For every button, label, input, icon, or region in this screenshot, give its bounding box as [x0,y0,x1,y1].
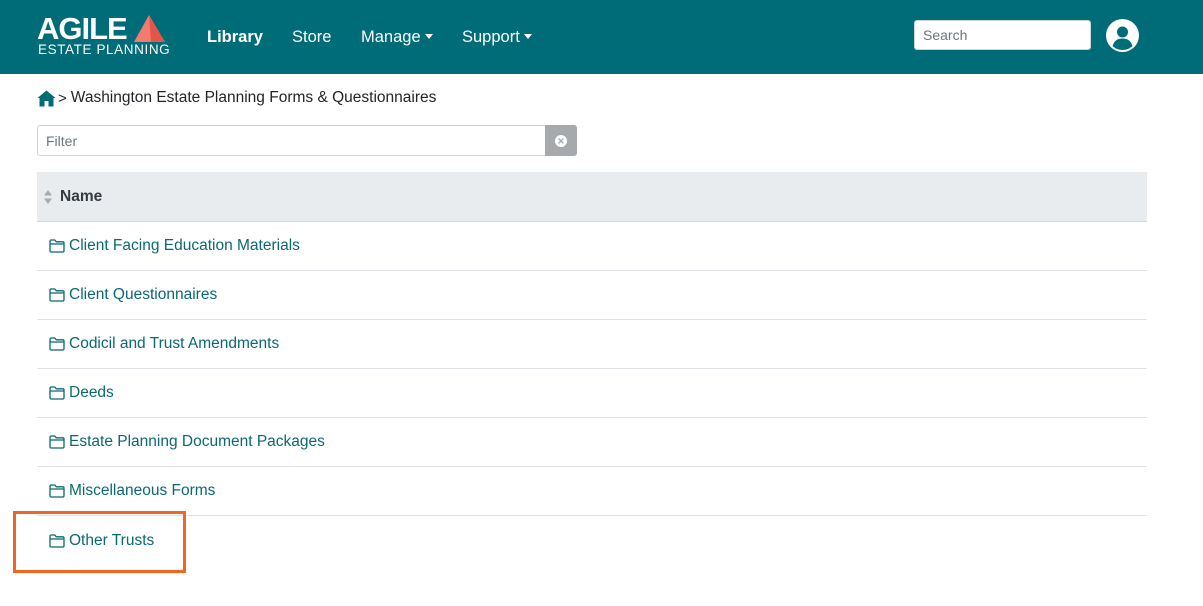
nav-support-label: Support [462,28,520,46]
search-input[interactable] [914,20,1091,50]
breadcrumb-separator: > [58,89,67,107]
folder-label: Client Questionnaires [69,286,218,303]
folder-label: Other Trusts [69,531,155,549]
chevron-down-icon [424,34,433,39]
table-row: Estate Planning Document Packages [37,418,1147,467]
folder-icon [49,337,65,351]
folder-icon [49,239,65,253]
folder-link[interactable]: Other Trusts [49,532,154,550]
nav-library[interactable]: Library [207,26,263,48]
folder-label: Estate Planning Document Packages [69,433,325,450]
nav-manage-label: Manage [361,28,421,46]
folder-label: Client Facing Education Materials [69,237,300,254]
folder-icon [49,386,65,400]
library-table: Name Client Facing Education Materials C… [37,172,1147,565]
folder-link[interactable]: Client Facing Education Materials [49,237,300,255]
logo-triangle-icon [134,15,165,42]
folder-label: Deeds [69,384,114,401]
nav-manage-dropdown[interactable]: Manage [361,26,433,48]
folder-icon [49,288,65,302]
folder-link[interactable]: Miscellaneous Forms [49,482,215,500]
clear-icon [555,134,567,147]
sort-icon [44,189,52,204]
filter-clear-button[interactable] [545,125,577,156]
folder-link[interactable]: Client Questionnaires [49,286,217,304]
nav-store[interactable]: Store [292,26,331,48]
folder-icon [49,484,65,498]
breadcrumb-current: Washington Estate Planning Forms & Quest… [70,89,437,106]
folder-link[interactable]: Deeds [49,384,114,402]
nav-support-dropdown[interactable]: Support [462,26,532,48]
home-icon[interactable] [37,90,56,107]
folder-label: Miscellaneous Forms [69,482,216,499]
user-circle-icon[interactable] [1106,19,1139,52]
filter-input[interactable] [37,125,546,156]
column-header-name[interactable]: Name [37,172,1147,222]
table-row: Deeds [37,369,1147,418]
brand-logo[interactable]: AGILE ESTATE PLANNING [37,11,171,59]
table-row: Miscellaneous Forms [37,467,1147,516]
folder-label: Codicil and Trust Amendments [69,335,280,352]
folder-link[interactable]: Estate Planning Document Packages [49,433,325,451]
table-row: Other Trusts [37,516,1147,565]
logo-tagline: ESTATE PLANNING [38,42,171,57]
table-row: Client Questionnaires [37,271,1147,320]
folder-icon [49,435,65,449]
top-navbar: AGILE ESTATE PLANNING Library Store Mana… [0,0,1203,74]
folder-link[interactable]: Codicil and Trust Amendments [49,335,279,353]
folder-icon [49,533,65,548]
table-row: Codicil and Trust Amendments [37,320,1147,369]
chevron-down-icon [523,34,532,39]
filter-group [37,125,577,156]
logo-wordmark: AGILE [37,11,128,46]
column-header-label: Name [60,187,103,205]
table-row: Client Facing Education Materials [37,222,1147,271]
breadcrumb: > Washington Estate Planning Forms & Que… [37,88,436,108]
